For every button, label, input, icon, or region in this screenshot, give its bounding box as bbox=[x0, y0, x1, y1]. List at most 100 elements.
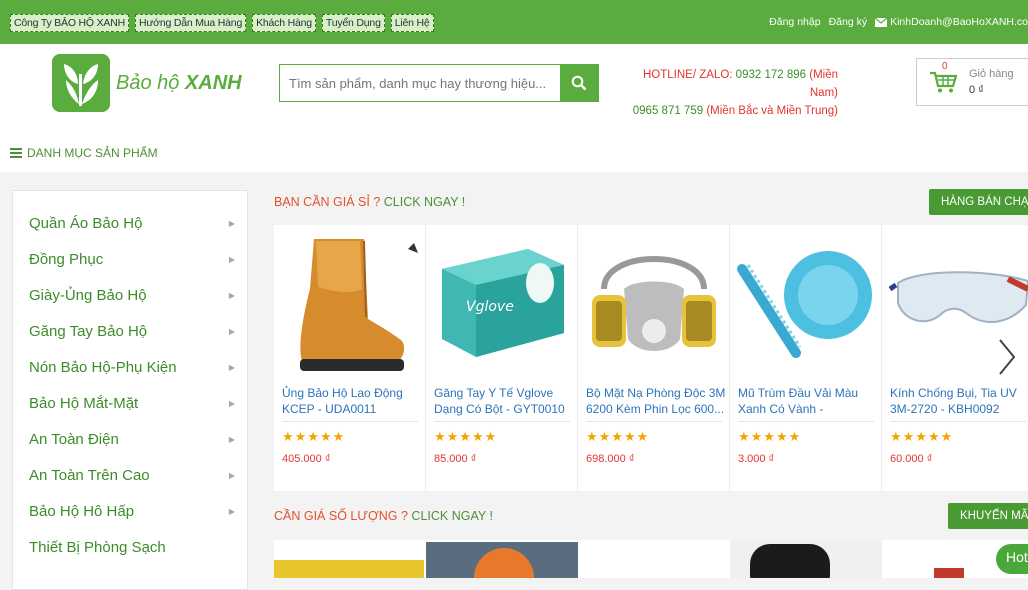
sidebar-item-non-bao-ho[interactable]: Nón Bảo Hộ-Phụ Kiện ▶ bbox=[29, 349, 239, 385]
caret-right-icon: ▶ bbox=[228, 470, 235, 480]
boot-image[interactable] bbox=[280, 229, 420, 377]
cart-info: Giỏ hàng 0 ₫ bbox=[969, 66, 1014, 98]
section-title-cta: CLICK NGAY ! bbox=[383, 195, 466, 209]
product-thumb[interactable] bbox=[274, 560, 424, 578]
divider bbox=[282, 421, 418, 422]
product-name[interactable]: Ủng Bảo Hộ Lao Động KCEP - UDA0011 bbox=[282, 385, 422, 419]
sidebar-item-label: Găng Tay Bảo Hộ bbox=[29, 322, 148, 340]
product-price: 85.000 ₫ bbox=[434, 453, 477, 465]
product-thumb[interactable] bbox=[934, 568, 964, 578]
section-title-wholesale[interactable]: BẠN CẦN GIÁ SỈ ? CLICK NGAY ! bbox=[274, 195, 465, 209]
divider bbox=[890, 421, 1026, 422]
top-link-guide[interactable]: Hướng Dẫn Mua Hàng bbox=[134, 14, 247, 32]
product-price: 3.000 ₫ bbox=[738, 453, 775, 465]
carousel-next-button[interactable] bbox=[990, 330, 1024, 384]
envelope-icon bbox=[875, 17, 888, 27]
top-link-contact[interactable]: Liên Hệ bbox=[390, 14, 434, 32]
sidebar-item-an-toan-dien[interactable]: An Toàn Điện ▶ bbox=[29, 421, 239, 457]
sidebar-item-bao-ho-mat[interactable]: Bảo Hộ Mắt-Mặt ▶ bbox=[29, 385, 239, 421]
shoe-image[interactable] bbox=[750, 544, 830, 578]
hamburger-icon bbox=[10, 148, 22, 158]
search-button[interactable] bbox=[560, 65, 598, 101]
top-link-company[interactable]: Công Ty BẢO HỘ XANH bbox=[10, 14, 129, 32]
cart-count: 0 bbox=[942, 61, 948, 72]
gas-mask-image[interactable] bbox=[584, 229, 724, 377]
search-bar bbox=[279, 64, 599, 102]
caret-right-icon: ▶ bbox=[228, 506, 235, 516]
rating-stars: ★★★★★ bbox=[282, 429, 346, 444]
product-name[interactable]: Mũ Trùm Đầu Vải Màu Xanh Có Vành - MTD00… bbox=[738, 385, 878, 419]
product-card[interactable]: Vglove Găng Tay Y Tế Vglove Dạng Có Bột … bbox=[426, 225, 578, 491]
product-carousel-2 bbox=[274, 540, 1028, 578]
sidebar-item-phong-sach[interactable]: Thiết Bị Phòng Sạch bbox=[29, 529, 239, 565]
caret-right-icon: ▶ bbox=[228, 254, 235, 264]
hair-cap-image[interactable] bbox=[736, 229, 876, 377]
search-input[interactable] bbox=[280, 65, 560, 101]
top-link-customers[interactable]: Khách Hàng bbox=[252, 14, 316, 32]
divider bbox=[738, 421, 874, 422]
product-card[interactable]: Ủng Bảo Hộ Lao Động KCEP - UDA0011 ★★★★★… bbox=[274, 225, 426, 491]
leaf-logo-icon bbox=[52, 54, 110, 112]
category-menu-label: DANH MỤC SẢN PHẨM bbox=[27, 146, 158, 160]
caret-right-icon: ▶ bbox=[228, 434, 235, 444]
search-icon bbox=[571, 75, 587, 91]
cart-button[interactable]: 0 Giỏ hàng 0 ₫ bbox=[916, 58, 1028, 106]
hotline-phone-south[interactable]: 0932 172 896 bbox=[736, 69, 806, 81]
sidebar-item-an-toan-tren-cao[interactable]: An Toàn Trên Cao ▶ bbox=[29, 457, 239, 493]
rating-stars: ★★★★★ bbox=[890, 429, 954, 444]
sidebar-item-label: Bảo Hộ Mắt-Mặt bbox=[29, 394, 139, 412]
sidebar-item-gang-tay[interactable]: Găng Tay Bảo Hộ ▶ bbox=[29, 313, 239, 349]
hotline-area-south: (Miền Nam) bbox=[809, 69, 838, 99]
section-title-cta: CLICK NGAY ! bbox=[411, 509, 493, 523]
sidebar-item-giay-ung[interactable]: Giày-Ủng Bảo Hộ ▶ bbox=[29, 277, 239, 313]
rating-stars: ★★★★★ bbox=[738, 429, 802, 444]
logo[interactable]: Bảo hộ XANH bbox=[52, 54, 242, 112]
sidebar-item-label: Giày-Ủng Bảo Hộ bbox=[29, 286, 147, 304]
product-carousel: Ủng Bảo Hộ Lao Động KCEP - UDA0011 ★★★★★… bbox=[274, 225, 1028, 491]
top-links: Công Ty BẢO HỘ XANH Hướng Dẫn Mua Hàng K… bbox=[10, 14, 434, 32]
caret-right-icon: ▶ bbox=[228, 290, 235, 300]
register-link[interactable]: Đăng ký bbox=[829, 16, 868, 28]
account-links: Đăng nhập Đăng ký KinhDoanh@BaoHoXANH.co bbox=[769, 16, 1028, 28]
product-name[interactable]: Bộ Mặt Nạ Phòng Độc 3M 6200 Kèm Phin Lọc… bbox=[586, 385, 726, 419]
sidebar-item-label: Đồng Phục bbox=[29, 250, 104, 268]
product-card[interactable]: Mũ Trùm Đầu Vải Màu Xanh Có Vành - MTD00… bbox=[730, 225, 882, 491]
product-name[interactable]: Kính Chống Bụi, Tia UV 3M-2720 - KBH0092 bbox=[890, 385, 1028, 419]
hotline-phone-north[interactable]: 0965 871 759 bbox=[633, 105, 703, 117]
hot-badge[interactable]: Hot bbox=[996, 544, 1028, 574]
rating-stars: ★★★★★ bbox=[434, 429, 498, 444]
section-title-bulk[interactable]: CẦN GIÁ SỐ LƯỢNG ? CLICK NGAY ! bbox=[274, 509, 493, 523]
section-title-question: CẦN GIÁ SỐ LƯỢNG ? bbox=[274, 509, 408, 523]
hotline-label: HOTLINE/ ZALO: bbox=[643, 69, 733, 81]
sidebar-item-label: Bảo Hộ Hô Hấp bbox=[29, 502, 135, 520]
logo-text: Bảo hộ XANH bbox=[116, 71, 242, 94]
cart-icon bbox=[930, 71, 957, 93]
sidebar-item-label: An Toàn Điện bbox=[29, 430, 119, 448]
hotline: HOTLINE/ ZALO: 0932 172 896 (Miền Nam) 0… bbox=[628, 66, 838, 120]
category-menu-toggle[interactable]: DANH MỤC SẢN PHẨM bbox=[10, 146, 158, 160]
section-title-question: BẠN CẦN GIÁ SỈ ? bbox=[274, 195, 381, 209]
email-text: KinhDoanh@BaoHoXANH.co bbox=[890, 16, 1028, 28]
product-name[interactable]: Găng Tay Y Tế Vglove Dạng Có Bột - GYT00… bbox=[434, 385, 574, 419]
rating-stars: ★★★★★ bbox=[586, 429, 650, 444]
top-link-careers[interactable]: Tuyển Dụng bbox=[321, 14, 385, 32]
cart-amount: 0 ₫ bbox=[969, 84, 984, 96]
best-seller-button[interactable]: HÀNG BÁN CHẠY bbox=[929, 189, 1028, 215]
product-price: 405.000 ₫ bbox=[282, 453, 331, 465]
svg-text:Vglove: Vglove bbox=[466, 299, 514, 315]
hotline-area-north: (Miền Bắc và Miền Trung) bbox=[706, 105, 838, 117]
sidebar-item-quan-ao-bao-ho[interactable]: Quần Áo Bảo Hộ ▶ bbox=[29, 205, 239, 241]
email-link[interactable]: KinhDoanh@BaoHoXANH.co bbox=[875, 16, 1028, 28]
caret-right-icon: ▶ bbox=[228, 362, 235, 372]
top-bar: Công Ty BẢO HỘ XANH Hướng Dẫn Mua Hàng K… bbox=[0, 0, 1028, 44]
category-sidebar: Quần Áo Bảo Hộ ▶ Đồng Phục ▶ Giày-Ủng Bảo … bbox=[12, 190, 248, 590]
product-card[interactable]: Bộ Mặt Nạ Phòng Độc 3M 6200 Kèm Phin Lọc… bbox=[578, 225, 730, 491]
glove-box-image[interactable]: Vglove bbox=[432, 229, 572, 377]
chevron-right-icon bbox=[999, 339, 1016, 375]
caret-right-icon: ▶ bbox=[228, 398, 235, 408]
sidebar-item-ho-hap[interactable]: Bảo Hộ Hô Hấp ▶ bbox=[29, 493, 239, 529]
promotion-button[interactable]: KHUYẾN MÃI bbox=[948, 503, 1028, 529]
divider bbox=[586, 421, 722, 422]
login-link[interactable]: Đăng nhập bbox=[769, 16, 820, 28]
sidebar-item-dong-phuc[interactable]: Đồng Phục ▶ bbox=[29, 241, 239, 277]
